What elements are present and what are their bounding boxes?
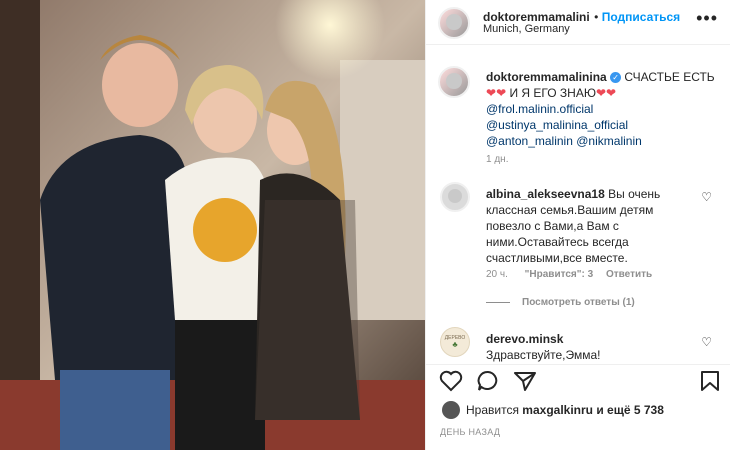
separator-dot: • — [594, 10, 602, 24]
post-date[interactable]: ДЕНЬ НАЗАД — [440, 427, 500, 437]
comment-text: Здравствуйте,Эмма! — [486, 348, 601, 362]
comment-timestamp[interactable]: 20 ч. — [486, 269, 508, 280]
comment: derevo.minsk Здравствуйте,Эмма! — [486, 331, 691, 363]
comment-author-username[interactable]: albina_alekseevna18 — [486, 187, 605, 201]
actions-divider — [426, 364, 730, 365]
likes-suffix: и ещё 5 738 — [596, 403, 664, 417]
heart-emoji-icon: ❤ — [486, 86, 497, 100]
tree-icon: ♣ — [452, 340, 458, 349]
caption: doktoremmamalinina ✓ СЧАСТЬЕ ЕСТЬ❤❤ И Я … — [486, 69, 721, 149]
comment-bubble-icon[interactable] — [476, 370, 500, 397]
mention-link[interactable]: @ustinya_malinina_official — [486, 118, 628, 132]
view-replies-button[interactable]: Посмотреть ответы (1) — [486, 297, 635, 308]
caption-author-avatar[interactable] — [438, 66, 470, 98]
commenter-avatar[interactable]: ДЕРЕВО ♣ — [440, 327, 470, 357]
likes-prefix: Нравится — [466, 403, 519, 417]
mention-link[interactable]: @frol.malinin.official — [486, 102, 593, 116]
view-replies-label: Посмотреть ответы (1) — [522, 297, 635, 308]
caption-text-part1: СЧАСТЬЕ ЕСТЬ — [624, 70, 715, 84]
heart-emoji-icon: ❤ — [595, 86, 607, 100]
reply-button[interactable]: Ответить — [606, 269, 652, 280]
comment-author-username[interactable]: derevo.minsk — [486, 332, 563, 346]
comment-likes-count[interactable]: "Нравится": 3 — [525, 269, 594, 280]
liker-username[interactable]: maxgalkinru — [522, 403, 593, 417]
comment-like-heart-icon[interactable]: ♡ — [701, 190, 712, 204]
comment-like-heart-icon[interactable]: ♡ — [701, 335, 712, 349]
mention-link[interactable]: @anton_malinin — [486, 134, 573, 148]
author-username[interactable]: doktoremmamalini — [483, 10, 590, 24]
replies-line — [486, 301, 510, 303]
share-paper-plane-icon[interactable] — [513, 370, 537, 397]
comment-meta: 20 ч. "Нравится": 3 Ответить — [486, 269, 652, 280]
commenter-avatar[interactable] — [440, 182, 470, 212]
save-bookmark-icon[interactable] — [700, 370, 720, 397]
heart-emoji-icon: ❤ — [496, 86, 507, 100]
location-link[interactable]: Munich, Germany — [483, 23, 570, 35]
post-photo[interactable] — [0, 0, 425, 450]
more-options-icon[interactable]: ••• — [696, 8, 718, 29]
author-avatar[interactable] — [438, 7, 470, 39]
follow-button[interactable]: Подписаться — [602, 10, 680, 24]
caption-author-username[interactable]: doktoremmamalinina — [486, 70, 607, 84]
post-header: doktoremmamalini • Подписаться Munich, G… — [426, 0, 730, 45]
heart-emoji-icon: ❤ — [606, 86, 617, 100]
caption-text-part2: И Я ЕГО ЗНАЮ — [509, 86, 596, 100]
like-heart-icon[interactable] — [439, 370, 463, 397]
verified-badge-icon: ✓ — [610, 72, 622, 84]
family-photo-image — [0, 0, 425, 450]
post-side-panel: doktoremmamalini • Подписаться Munich, G… — [425, 0, 730, 450]
mention-link[interactable]: @nikmalinin — [576, 134, 642, 148]
liker-avatar[interactable] — [442, 401, 460, 419]
likes-summary[interactable]: Нравится maxgalkinru и ещё 5 738 — [466, 403, 664, 417]
comment: albina_alekseevna18 Вы очень классная се… — [486, 186, 691, 266]
caption-timestamp[interactable]: 1 дн. — [486, 154, 508, 165]
